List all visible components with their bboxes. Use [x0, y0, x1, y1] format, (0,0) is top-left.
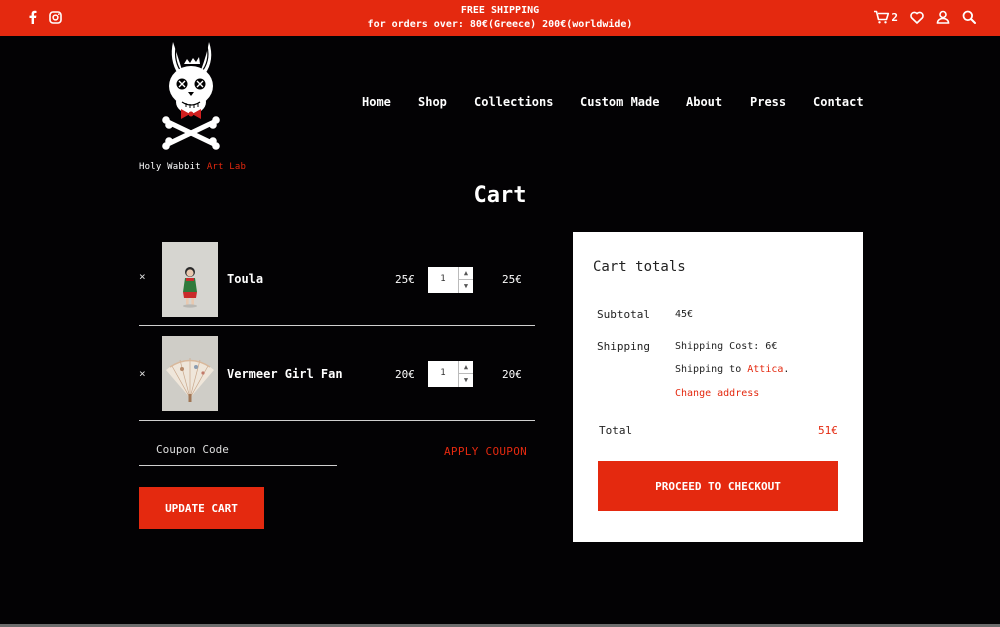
shipping-destination: Shipping to Attica.: [675, 364, 789, 375]
apply-coupon-button[interactable]: APPLY COUPON: [444, 445, 527, 458]
coupon-input[interactable]: [139, 434, 337, 464]
remove-item-button[interactable]: ×: [139, 367, 146, 380]
shipping-to-suffix: .: [783, 364, 790, 375]
subtotal-value: 45€: [675, 309, 694, 320]
product-name-link[interactable]: Vermeer Girl Fan: [227, 367, 343, 381]
top-bar: FREE SHIPPING for orders over: 80€(Greec…: [0, 0, 1000, 36]
heart-icon[interactable]: [910, 11, 924, 24]
brand-name-accent: Art Lab: [206, 162, 247, 172]
nav-contact[interactable]: Contact: [813, 95, 864, 109]
cart-totals-title: Cart totals: [593, 259, 686, 275]
product-price: 25€: [395, 273, 415, 286]
quantity-value[interactable]: 1: [428, 274, 458, 284]
remove-item-button[interactable]: ×: [139, 270, 146, 283]
nav-home[interactable]: Home: [362, 95, 418, 109]
subtotal-label: Subtotal: [597, 308, 650, 321]
nav-collections[interactable]: Collections: [474, 95, 580, 109]
quantity-decrease-button[interactable]: ▼: [459, 374, 473, 387]
product-subtotal: 20€: [502, 368, 522, 381]
brand-name-main: Holy Wabbit: [139, 162, 201, 172]
quantity-stepper[interactable]: 1 ▲ ▼: [428, 361, 473, 387]
cart-totals-panel: Cart totals Subtotal 45€ Shipping Shippi…: [573, 232, 863, 542]
main-nav: Home Shop Collections Custom Made About …: [362, 95, 864, 109]
quantity-increase-button[interactable]: ▲: [459, 267, 473, 280]
shipping-title: FREE SHIPPING: [460, 5, 540, 16]
cart-icon: [874, 10, 890, 24]
total-value: 51€: [818, 424, 838, 437]
nav-custom-made[interactable]: Custom Made: [580, 95, 686, 109]
search-icon[interactable]: [962, 10, 976, 24]
coupon-field: [139, 434, 337, 466]
header-icons: 2: [873, 10, 976, 24]
quantity-increase-button[interactable]: ▲: [459, 361, 473, 374]
shipping-details: for orders over: 80€(Greece) 200€(worldw…: [367, 19, 633, 30]
product-price: 20€: [395, 368, 415, 381]
cart-link[interactable]: 2: [873, 10, 898, 24]
quantity-value[interactable]: 1: [428, 368, 458, 378]
product-name-link[interactable]: Toula: [227, 272, 263, 286]
change-address-link[interactable]: Change address: [675, 388, 759, 399]
nav-press[interactable]: Press: [750, 95, 813, 109]
page-title: Cart: [473, 183, 527, 208]
brand-logo[interactable]: [160, 40, 224, 152]
cart-item-row: × Toula 25€ 1 ▲ ▼ 25€: [139, 232, 535, 326]
quantity-stepper[interactable]: 1 ▲ ▼: [428, 267, 473, 293]
cart-item-row: × Vermeer Girl Fan 20€ 1 ▲ ▼ 20€: [139, 327, 535, 421]
nav-shop[interactable]: Shop: [418, 95, 474, 109]
product-subtotal: 25€: [502, 273, 522, 286]
cart-count-badge: 2: [891, 10, 898, 24]
user-icon[interactable]: [936, 10, 950, 24]
update-cart-button[interactable]: UPDATE CART: [139, 487, 264, 529]
shipping-to-prefix: Shipping to: [675, 364, 742, 375]
product-thumbnail[interactable]: [162, 242, 218, 317]
brand-name[interactable]: Holy Wabbit Art Lab: [139, 162, 246, 172]
quantity-decrease-button[interactable]: ▼: [459, 280, 473, 293]
shipping-label: Shipping: [597, 340, 650, 353]
product-thumbnail[interactable]: [162, 336, 218, 411]
proceed-to-checkout-button[interactable]: PROCEED TO CHECKOUT: [598, 461, 838, 511]
nav-about[interactable]: About: [686, 95, 750, 109]
total-label: Total: [599, 424, 633, 437]
shipping-banner: FREE SHIPPING for orders over: 80€(Greec…: [0, 4, 1000, 32]
shipping-to-place: Attica: [747, 364, 784, 375]
shipping-cost: Shipping Cost: 6€: [675, 341, 778, 352]
